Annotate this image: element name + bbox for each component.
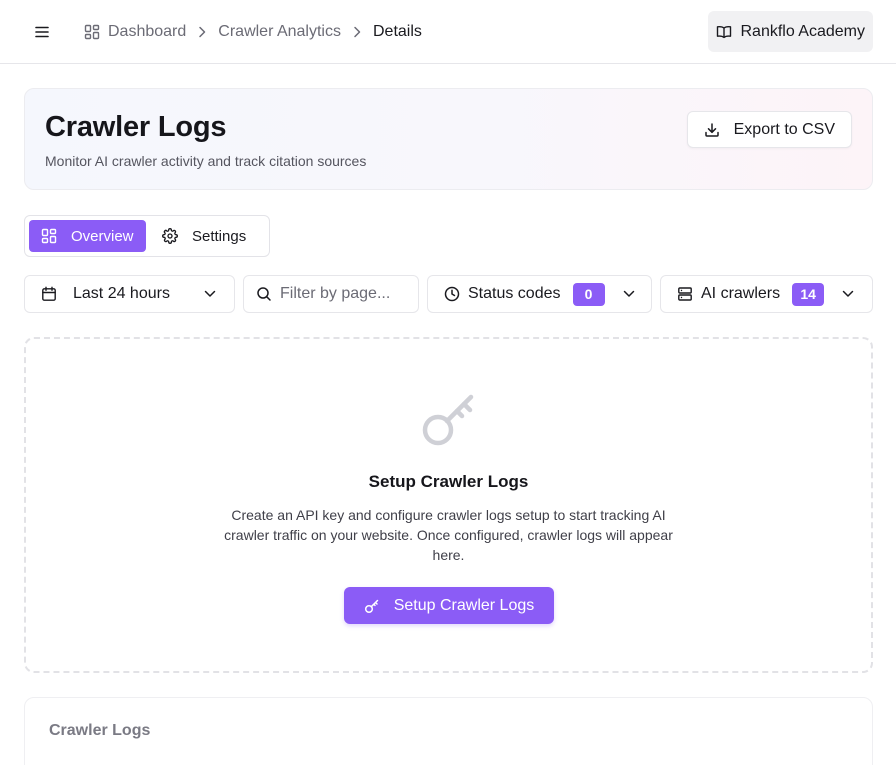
empty-state-title: Setup Crawler Logs <box>368 472 529 491</box>
ai-crawlers-label: AI crawlers <box>701 285 781 302</box>
page-header-card: Crawler Logs Monitor AI crawler activity… <box>24 88 873 190</box>
crawler-logs-card: Crawler Logs <box>24 697 873 765</box>
menu-button[interactable] <box>28 18 56 46</box>
key-icon <box>364 598 380 614</box>
key-icon <box>420 389 480 449</box>
ai-crawlers-select[interactable]: AI crawlers 14 <box>660 275 873 313</box>
academy-button[interactable]: Rankflo Academy <box>708 11 873 52</box>
breadcrumb-dashboard-label: Dashboard <box>108 23 187 40</box>
chevron-down-icon <box>204 290 216 298</box>
status-codes-select[interactable]: Status codes 0 <box>427 275 652 313</box>
setup-crawler-logs-button[interactable]: Setup Crawler Logs <box>344 587 554 624</box>
filter-bar: Last 24 hours Status codes 0 AI crawlers… <box>24 275 873 313</box>
ai-crawlers-count-badge: 14 <box>792 282 825 306</box>
dashboard-grid-icon <box>41 228 57 244</box>
book-open-icon <box>716 25 732 39</box>
page-subtitle: Monitor AI crawler activity and track ci… <box>45 153 367 169</box>
export-csv-label: Export to CSV <box>733 120 835 138</box>
chevron-down-icon <box>623 290 635 298</box>
clock-icon <box>444 286 460 302</box>
date-range-select[interactable]: Last 24 hours <box>24 275 235 313</box>
hamburger-icon <box>35 26 49 38</box>
tab-settings[interactable]: Settings <box>150 220 258 252</box>
tab-overview-label: Overview <box>71 227 134 245</box>
crawler-logs-title: Crawler Logs <box>49 722 151 739</box>
view-tabs: Overview Settings <box>24 215 270 257</box>
page-filter-input[interactable] <box>280 285 410 303</box>
top-bar: Dashboard Crawler Analytics Details Rank… <box>0 0 896 64</box>
server-icon <box>677 286 693 302</box>
academy-label: Rankflo Academy <box>740 22 865 40</box>
breadcrumb: Dashboard Crawler Analytics Details <box>84 0 422 64</box>
tab-settings-label: Settings <box>192 227 247 245</box>
breadcrumb-dashboard[interactable]: Dashboard <box>84 23 186 41</box>
breadcrumb-crawler-analytics[interactable]: Crawler Analytics <box>218 23 341 41</box>
gear-icon <box>162 228 178 244</box>
page-filter-field[interactable] <box>243 275 419 313</box>
status-codes-count-badge: 0 <box>572 282 605 306</box>
date-range-value: Last 24 hours <box>73 285 170 302</box>
download-icon <box>704 122 720 138</box>
setup-empty-state: Setup Crawler Logs Create an API key and… <box>24 337 873 673</box>
chevron-right-icon <box>198 26 206 38</box>
status-codes-label: Status codes <box>468 285 561 302</box>
chevron-down-icon <box>842 290 854 298</box>
breadcrumb-current: Details <box>372 23 422 40</box>
empty-state-description: Create an API key and configure crawler … <box>224 507 673 563</box>
search-icon <box>256 286 272 302</box>
chevron-right-icon <box>353 26 361 38</box>
calendar-icon <box>41 286 57 302</box>
export-csv-button[interactable]: Export to CSV <box>686 111 852 148</box>
page-title: Crawler Logs <box>45 111 227 143</box>
tab-overview[interactable]: Overview <box>29 220 146 252</box>
setup-crawler-logs-label: Setup Crawler Logs <box>393 596 535 614</box>
dashboard-grid-icon <box>84 24 100 40</box>
